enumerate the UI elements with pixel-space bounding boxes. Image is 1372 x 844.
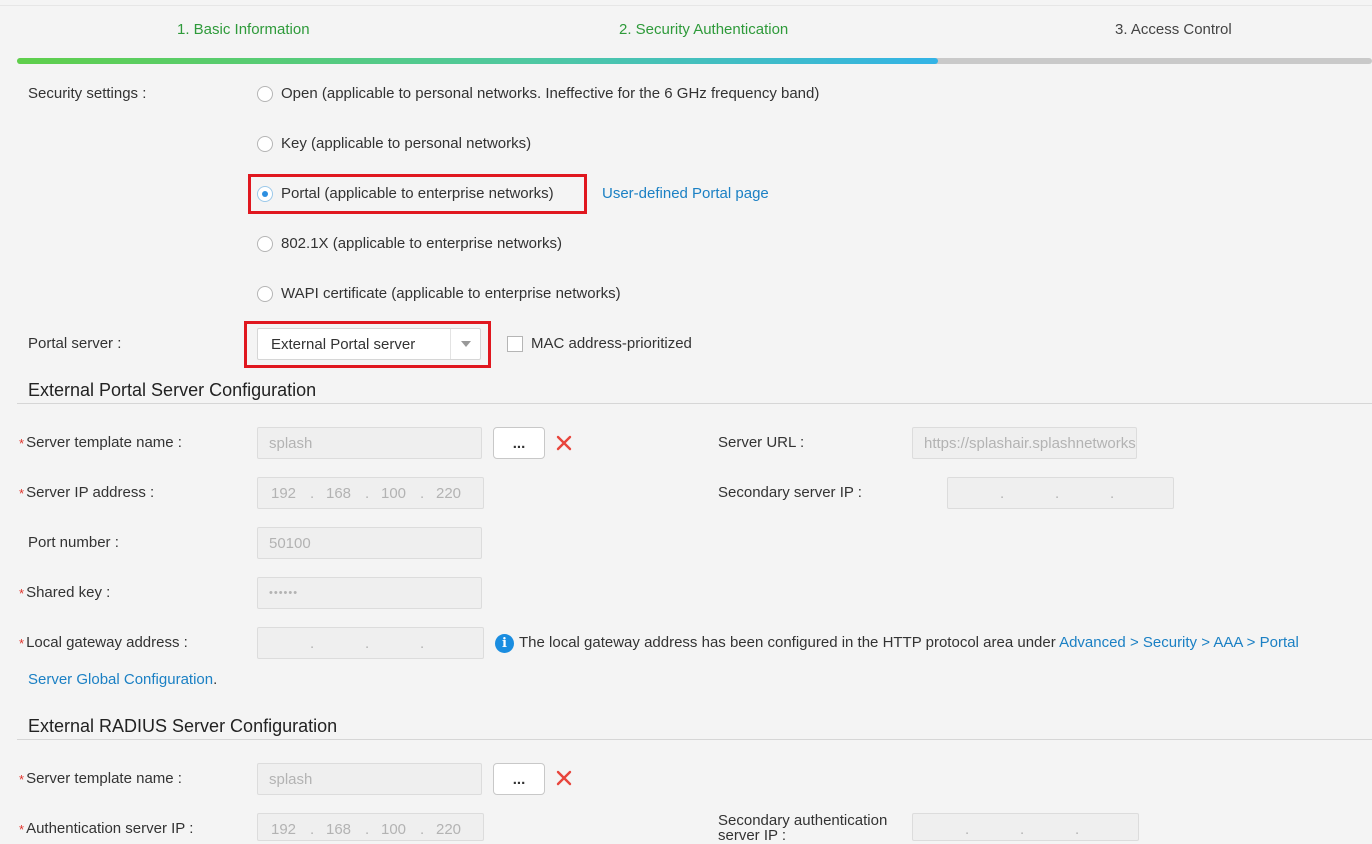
server-url-label: Server URL : bbox=[718, 434, 805, 451]
ip-dot: . bbox=[310, 635, 315, 652]
portal-template-name-input[interactable]: splash bbox=[257, 427, 482, 459]
portal-template-browse-button[interactable]: ... bbox=[493, 427, 545, 459]
radio-open-label: Open (applicable to personal networks. I… bbox=[281, 85, 820, 102]
ip-dot: . bbox=[965, 821, 970, 838]
ip-dot: . bbox=[310, 485, 315, 502]
top-divider bbox=[0, 5, 1372, 6]
portal-server-highlight bbox=[244, 321, 491, 368]
ip-octet[interactable]: 100 bbox=[381, 821, 406, 838]
ip-octet[interactable]: 100 bbox=[381, 485, 406, 502]
gateway-note-continued: Server Global Configuration. bbox=[28, 671, 218, 688]
shared-key-label: * Shared key : bbox=[19, 584, 111, 601]
radio-wapi[interactable]: WAPI certificate (applicable to enterpri… bbox=[257, 285, 621, 302]
auth-server-ip-input[interactable]: 192 . 168 . 100 . 220 bbox=[257, 813, 484, 841]
port-number-input[interactable]: 50100 bbox=[257, 527, 482, 559]
server-ip-label: * Server IP address : bbox=[19, 484, 155, 501]
secondary-auth-ip-input[interactable]: . . . bbox=[912, 813, 1139, 841]
security-settings-label: Security settings : bbox=[28, 85, 147, 102]
ip-dot: . bbox=[1055, 485, 1060, 502]
radio-8021x[interactable]: 802.1X (applicable to enterprise network… bbox=[257, 235, 562, 252]
required-asterisk: * bbox=[19, 486, 25, 501]
radio-key-label: Key (applicable to personal networks) bbox=[281, 135, 532, 152]
required-asterisk: * bbox=[19, 822, 25, 837]
wizard-progress-fill bbox=[17, 58, 939, 64]
ip-dot: . bbox=[365, 821, 370, 838]
required-asterisk: * bbox=[19, 772, 25, 787]
ip-octet[interactable]: 220 bbox=[436, 485, 461, 502]
external-portal-section-title: External Portal Server Configuration bbox=[28, 380, 317, 400]
portal-global-config-link[interactable]: Advanced > Security > AAA > Portal bbox=[1059, 634, 1299, 651]
server-url-input[interactable]: https://splashair.splashnetworks bbox=[912, 427, 1137, 459]
radio-key-circle[interactable] bbox=[257, 135, 273, 152]
auth-server-ip-label: * Authentication server IP : bbox=[19, 820, 194, 837]
required-asterisk: * bbox=[19, 636, 25, 651]
shared-key-input[interactable]: •••••• bbox=[257, 577, 482, 609]
local-gateway-label: * Local gateway address : bbox=[19, 634, 188, 651]
gateway-note: The local gateway address has been confi… bbox=[519, 634, 1299, 651]
ip-octet[interactable]: 168 bbox=[326, 485, 351, 502]
user-defined-portal-page-link[interactable]: User-defined Portal page bbox=[602, 185, 769, 202]
radio-wapi-circle[interactable] bbox=[257, 285, 273, 302]
ip-dot: . bbox=[1020, 821, 1025, 838]
ip-dot: . bbox=[420, 485, 425, 502]
secondary-auth-ip-label: Secondary authentication server IP : bbox=[718, 812, 888, 844]
ip-octet[interactable]: 192 bbox=[271, 821, 296, 838]
ip-dot: . bbox=[1110, 485, 1115, 502]
ip-octet[interactable]: 192 bbox=[271, 485, 296, 502]
step-access-control[interactable]: 3. Access Control bbox=[1115, 21, 1232, 38]
ip-dot: . bbox=[1000, 485, 1005, 502]
required-asterisk: * bbox=[19, 586, 25, 601]
radio-open-circle[interactable] bbox=[257, 85, 273, 102]
local-gateway-input[interactable]: . . . bbox=[257, 627, 484, 659]
radius-template-browse-button[interactable]: ... bbox=[493, 763, 545, 795]
ip-octet[interactable]: 168 bbox=[326, 821, 351, 838]
radio-8021x-circle[interactable] bbox=[257, 235, 273, 252]
portal-option-highlight bbox=[248, 174, 587, 214]
close-icon[interactable] bbox=[555, 434, 573, 452]
step-basic-information[interactable]: 1. Basic Information bbox=[177, 21, 310, 38]
radius-template-name-label: * Server template name : bbox=[19, 770, 182, 787]
portal-global-config-link-continued[interactable]: Server Global Configuration bbox=[28, 671, 213, 688]
section-divider bbox=[17, 739, 1372, 740]
secondary-server-ip-input[interactable]: . . . bbox=[947, 477, 1174, 509]
ip-dot: . bbox=[365, 485, 370, 502]
server-ip-input[interactable]: 192 . 168 . 100 . 220 bbox=[257, 477, 484, 509]
wizard-progress-bar bbox=[17, 58, 1372, 64]
port-number-label: Port number : bbox=[28, 534, 119, 551]
mac-address-prioritized-checkbox[interactable] bbox=[507, 336, 523, 352]
radio-key[interactable]: Key (applicable to personal networks) bbox=[257, 135, 531, 152]
portal-template-name-label: * Server template name : bbox=[19, 434, 182, 451]
close-icon[interactable] bbox=[555, 769, 573, 787]
section-divider bbox=[17, 403, 1372, 404]
radio-8021x-label: 802.1X (applicable to enterprise network… bbox=[281, 235, 562, 252]
radio-open[interactable]: Open (applicable to personal networks. I… bbox=[257, 85, 819, 102]
ip-dot: . bbox=[420, 635, 425, 652]
secondary-server-ip-label: Secondary server IP : bbox=[718, 484, 862, 501]
radio-wapi-label: WAPI certificate (applicable to enterpri… bbox=[281, 285, 621, 302]
radius-template-name-input[interactable]: splash bbox=[257, 763, 482, 795]
required-asterisk: * bbox=[19, 436, 25, 451]
ip-dot: . bbox=[365, 635, 370, 652]
info-icon: i bbox=[495, 634, 514, 653]
ip-dot: . bbox=[420, 821, 425, 838]
ip-octet[interactable]: 220 bbox=[436, 821, 461, 838]
step-security-authentication[interactable]: 2. Security Authentication bbox=[619, 21, 788, 38]
ip-dot: . bbox=[310, 821, 315, 838]
mac-address-prioritized-label: MAC address-prioritized bbox=[531, 335, 692, 352]
external-radius-section-title: External RADIUS Server Configuration bbox=[28, 716, 338, 736]
portal-server-label: Portal server : bbox=[28, 335, 122, 352]
ip-dot: . bbox=[1075, 821, 1080, 838]
